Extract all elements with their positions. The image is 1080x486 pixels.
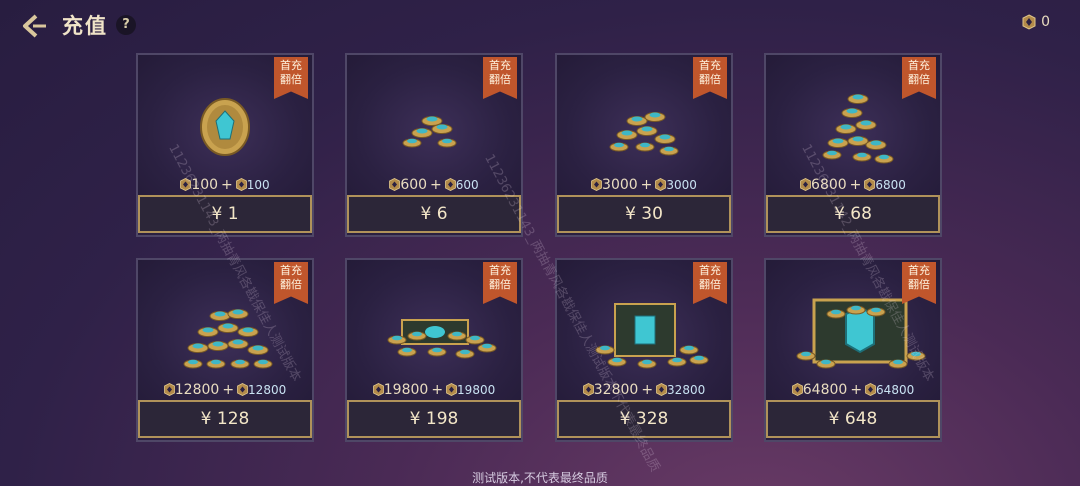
help-button[interactable]: ? — [116, 15, 136, 35]
gem-coin-icon — [1022, 14, 1036, 30]
gem-coin-icon — [864, 178, 876, 191]
back-arrow-icon[interactable] — [20, 12, 48, 40]
coin-amount: 3000 +3000 — [557, 177, 731, 193]
coin-amount: 6800 +6800 — [766, 177, 940, 193]
base-amount: 12800 — [174, 382, 220, 398]
plus-sign: + — [430, 177, 442, 193]
plus-sign: + — [849, 177, 862, 193]
plus-sign: + — [641, 382, 654, 398]
bonus-amount: 600 — [455, 178, 479, 192]
recharge-card[interactable]: 首充 翻倍 3000 +3000 ¥ 30 — [555, 53, 733, 237]
gem-coin-icon — [582, 383, 594, 396]
recharge-card[interactable]: 首充 翻倍 19800 +19800 ¥ 198 — [345, 258, 523, 442]
gem-coin-icon — [865, 383, 876, 396]
recharge-card[interactable]: 首充 翻倍 32800 +32800 ¥ 328 — [555, 258, 733, 442]
recharge-card[interactable]: 首充 翻倍 600 +600 ¥ 6 — [345, 53, 523, 237]
coin-amount: 19800 +19800 — [347, 382, 521, 398]
bonus-amount: 3000 — [666, 178, 697, 192]
gem-coin-icon — [791, 383, 803, 396]
plus-sign: + — [222, 382, 235, 398]
build-notice: 测试版本,不代表最终品质 — [472, 471, 608, 485]
base-amount: 3000 — [602, 177, 638, 193]
price-button[interactable]: ¥ 198 — [347, 400, 521, 438]
coin-amount: 64800 +64800 — [766, 382, 940, 398]
price-button[interactable]: ¥ 648 — [766, 400, 940, 438]
gem-coin-icon — [389, 178, 401, 191]
plus-sign: + — [221, 177, 233, 193]
page-title: 充值 — [62, 14, 108, 38]
recharge-card[interactable]: 首充 翻倍 6800 +6800 ¥ 68 — [764, 53, 942, 237]
gem-coin-icon — [235, 178, 247, 191]
plus-sign: + — [850, 382, 863, 398]
bonus-amount: 100 — [246, 178, 270, 192]
bonus-amount: 6800 — [875, 178, 906, 192]
base-amount: 19800 — [383, 382, 429, 398]
currency-balance: 0 — [1022, 14, 1050, 30]
bonus-amount: 64800 — [876, 383, 915, 397]
gem-coin-icon — [444, 178, 456, 191]
gem-coin-icon — [446, 383, 457, 396]
gem-coin-icon — [800, 178, 811, 191]
base-amount: 600 — [400, 177, 428, 193]
coin-amount: 12800 +12800 — [138, 382, 312, 398]
price-button[interactable]: ¥ 128 — [138, 400, 312, 438]
gem-coin-icon — [372, 383, 384, 396]
price-button[interactable]: ¥ 30 — [557, 195, 731, 233]
bonus-amount: 12800 — [248, 383, 287, 397]
gem-coin-icon — [237, 383, 248, 396]
top-bar: 充值 ? 0 — [0, 0, 1080, 50]
gem-coin-icon — [656, 383, 667, 396]
recharge-card[interactable]: 首充 翻倍 100 +100 ¥ 1 — [136, 53, 314, 237]
plus-sign: + — [640, 177, 653, 193]
coin-amount: 32800 +32800 — [557, 382, 731, 398]
gem-coin-icon — [655, 178, 667, 191]
price-button[interactable]: ¥ 6 — [347, 195, 521, 233]
coin-amount: 100 +100 — [138, 177, 312, 193]
currency-amount: 0 — [1041, 14, 1050, 30]
bonus-amount: 32800 — [667, 383, 706, 397]
base-amount: 64800 — [802, 382, 848, 398]
plus-sign: + — [431, 382, 444, 398]
gem-coin-icon — [163, 383, 175, 396]
gem-coin-icon — [591, 178, 602, 191]
bonus-amount: 19800 — [457, 383, 496, 397]
